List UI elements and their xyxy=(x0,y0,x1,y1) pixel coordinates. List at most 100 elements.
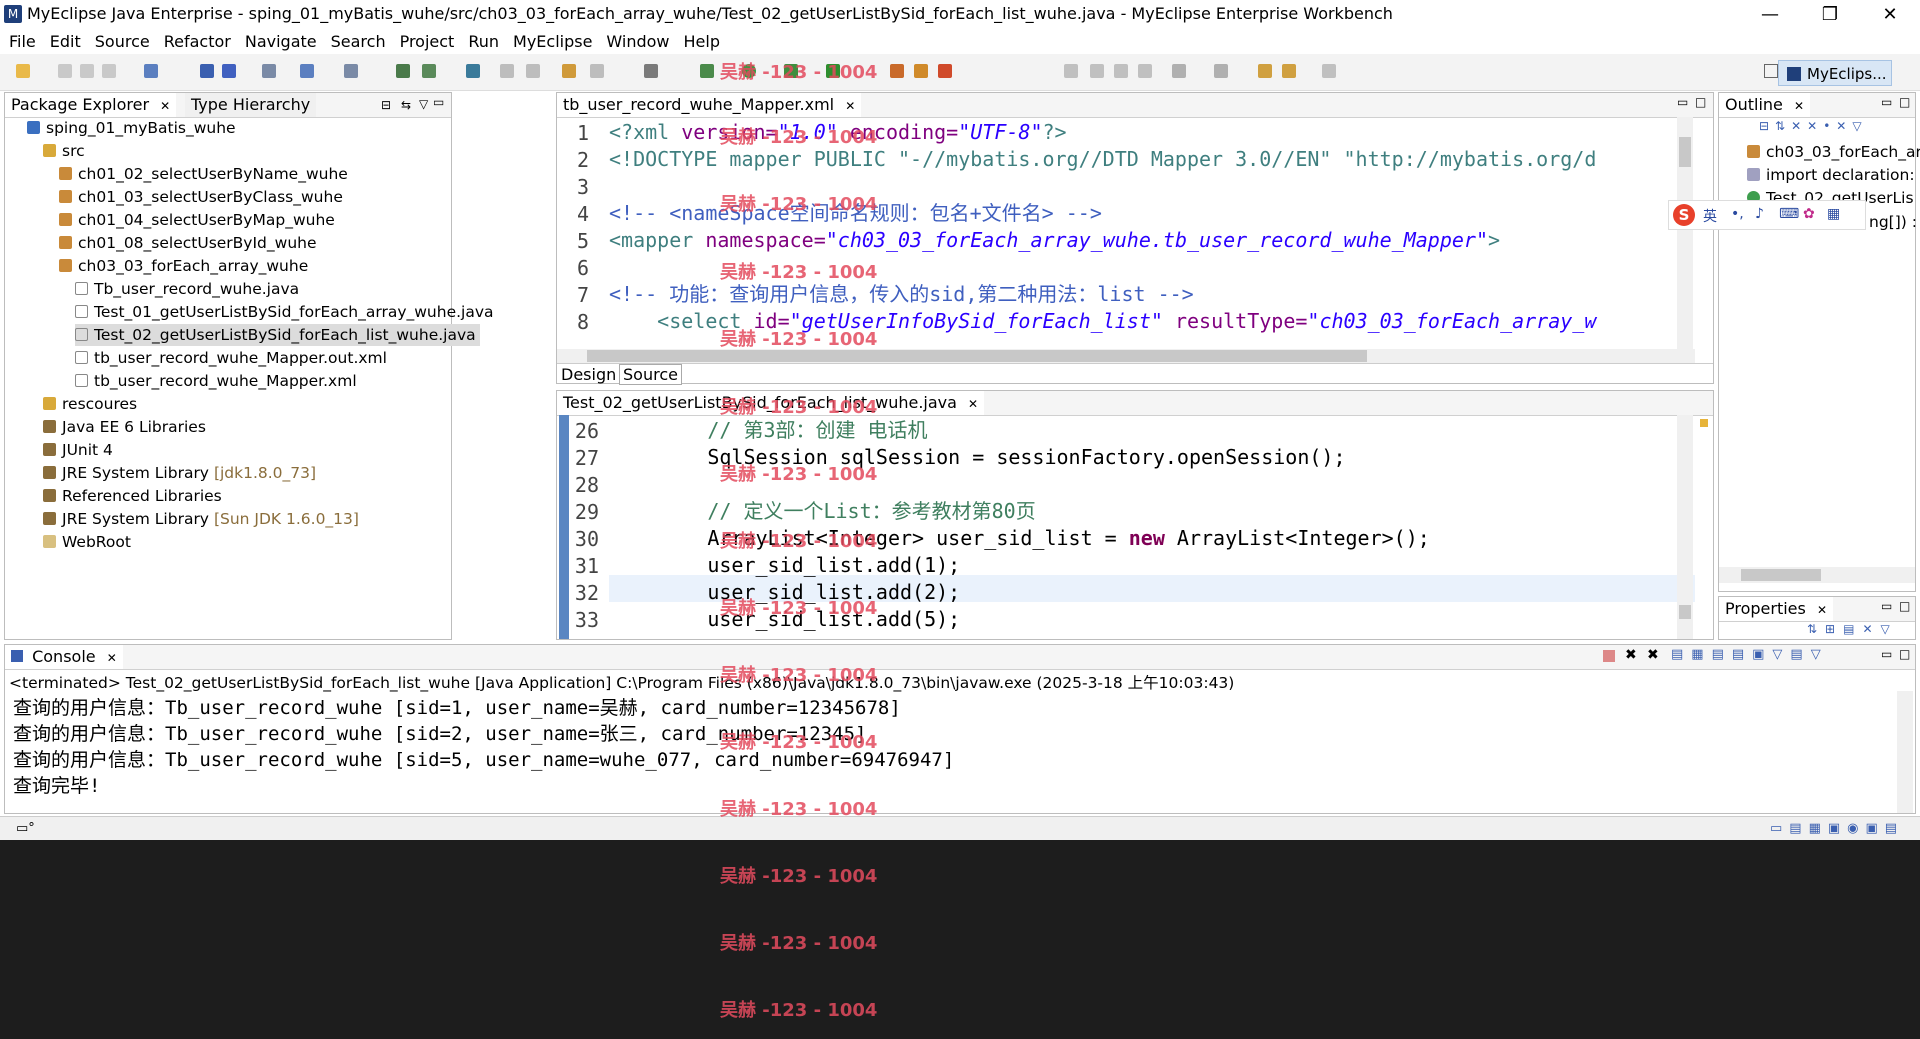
tab-design[interactable]: Design xyxy=(561,365,616,384)
tab-xml-mapper[interactable]: tb_user_record_wuhe_Mapper.xml ✕ xyxy=(557,93,862,117)
restore-button[interactable]: ❐ xyxy=(1800,0,1860,30)
open-perspective-icon[interactable] xyxy=(1764,64,1778,78)
menu-search[interactable]: Search xyxy=(324,30,393,54)
previous-annotation-icon[interactable] xyxy=(1214,64,1228,78)
tree-folder[interactable]: rescoures xyxy=(43,393,137,415)
menu-myeclipse[interactable]: MyEclipse xyxy=(506,30,599,54)
open-type-icon[interactable] xyxy=(200,64,214,78)
server-icon[interactable] xyxy=(262,64,276,78)
keyboard-icon[interactable]: ⌨ xyxy=(1779,206,1799,222)
back-icon[interactable] xyxy=(1282,64,1296,78)
menu-project[interactable]: Project xyxy=(393,30,462,54)
maximize-view-icon[interactable]: □ xyxy=(1899,95,1910,109)
menu-window[interactable]: Window xyxy=(599,30,676,54)
outline-horizontal-scrollbar[interactable] xyxy=(1719,567,1915,583)
tab-package-explorer[interactable]: Package Explorer ✕ xyxy=(5,93,177,117)
tree-library[interactable]: JRE System Library [Sun JDK 1.6.0_13] xyxy=(43,508,359,530)
tree-library[interactable]: Java EE 6 Libraries xyxy=(43,416,206,438)
outline-item[interactable]: import declaration: xyxy=(1747,164,1915,186)
close-button[interactable]: ✕ xyxy=(1860,0,1920,30)
new-icon[interactable] xyxy=(16,64,30,78)
close-icon[interactable]: ✕ xyxy=(845,99,855,113)
console-vertical-scrollbar[interactable] xyxy=(1897,691,1913,813)
tree-package[interactable]: ch03_03_forEach_array_wuhe xyxy=(59,255,308,277)
tab-source[interactable]: Source xyxy=(619,364,682,385)
tab-outline[interactable]: Outline ✕ xyxy=(1719,93,1811,117)
terminate-icon[interactable] xyxy=(1603,650,1615,662)
overview-marker-icon[interactable] xyxy=(1700,419,1708,427)
remove-all-icon[interactable]: ✖ xyxy=(1647,647,1659,663)
copy-icon[interactable] xyxy=(526,64,540,78)
link-with-editor-icon[interactable]: ⇆ xyxy=(401,98,411,112)
save-all-icon[interactable] xyxy=(80,64,94,78)
close-icon[interactable]: ✕ xyxy=(160,99,170,113)
tree-library[interactable]: Referenced Libraries xyxy=(43,485,222,507)
terminal-icon[interactable] xyxy=(644,64,658,78)
new-interface-icon[interactable] xyxy=(938,64,952,78)
toggle-mark-icon[interactable] xyxy=(1114,64,1128,78)
java-vertical-scrollbar[interactable] xyxy=(1677,415,1693,639)
minimize-view-icon[interactable]: ▭ xyxy=(1881,599,1892,613)
web-icon[interactable] xyxy=(344,64,358,78)
toolbox-icon[interactable]: ▦ xyxy=(1827,206,1840,222)
maximize-view-icon[interactable]: □ xyxy=(1695,95,1706,109)
globe-icon[interactable] xyxy=(466,64,480,78)
xml-vertical-scrollbar[interactable] xyxy=(1677,117,1693,349)
menu-edit[interactable]: Edit xyxy=(43,30,88,54)
minimize-view-icon[interactable]: ▭ xyxy=(1677,95,1688,109)
tree-package[interactable]: ch01_04_selectUserByMap_wuhe xyxy=(59,209,335,231)
pen-icon[interactable] xyxy=(1090,64,1104,78)
tree-package[interactable]: ch01_02_selectUserByName_wuhe xyxy=(59,163,348,185)
tab-type-hierarchy[interactable]: Type Hierarchy xyxy=(185,93,317,117)
tree-file[interactable]: Tb_user_record_wuhe.java xyxy=(75,278,299,300)
microphone-icon[interactable]: ♪ xyxy=(1755,206,1764,222)
tree-file[interactable]: tb_user_record_wuhe_Mapper.out.xml xyxy=(75,347,387,369)
collapse-all-icon[interactable]: ⊟ xyxy=(381,98,391,112)
fast-view-icon[interactable]: ▭° xyxy=(16,821,35,836)
next-annotation-icon[interactable] xyxy=(1172,64,1186,78)
tab-console[interactable]: Console ✕ xyxy=(5,645,123,669)
skin-icon[interactable]: ✿ xyxy=(1803,206,1815,222)
minimize-view-icon[interactable]: ▭ xyxy=(1881,647,1892,661)
deploy-icon[interactable] xyxy=(300,64,314,78)
open-resource-icon[interactable] xyxy=(222,64,236,78)
minimize-view-icon[interactable]: ▭ xyxy=(433,95,444,109)
last-edit-icon[interactable] xyxy=(1258,64,1272,78)
cut-icon[interactable] xyxy=(500,64,514,78)
tree-src[interactable]: src xyxy=(43,140,85,162)
task-icon[interactable] xyxy=(562,64,576,78)
tree-folder[interactable]: WebRoot xyxy=(43,531,131,553)
print-icon[interactable] xyxy=(102,64,116,78)
tree-file[interactable]: tb_user_record_wuhe_Mapper.xml xyxy=(75,370,357,392)
properties-toolbar[interactable]: ⇅⊞▤✕▽ xyxy=(1807,622,1911,638)
debug-icon[interactable] xyxy=(700,64,714,78)
save-icon[interactable] xyxy=(58,64,72,78)
tree-library[interactable]: JUnit 4 xyxy=(43,439,113,461)
maximize-view-icon[interactable]: □ xyxy=(1899,599,1910,613)
tree-project[interactable]: sping_01_myBatis_wuhe xyxy=(27,117,236,139)
build-icon[interactable] xyxy=(396,64,410,78)
status-trim-icons[interactable]: ▭▤▦▣◉▣▤ xyxy=(1770,821,1904,836)
outline-item[interactable]: ng[]) : xyxy=(1869,211,1917,233)
ime-toolbar[interactable]: S 英 •, ♪ ⌨ ✿ ▦ xyxy=(1668,200,1866,230)
outline-toolbar[interactable]: ⊟⇅✕✕•✕▽ xyxy=(1759,119,1909,137)
menu-refactor[interactable]: Refactor xyxy=(157,30,238,54)
menu-run[interactable]: Run xyxy=(461,30,506,54)
tree-file[interactable]: Test_01_getUserListBySid_forEach_array_w… xyxy=(75,301,494,323)
tree-package[interactable]: ch01_03_selectUserByClass_wuhe xyxy=(59,186,343,208)
link-icon[interactable] xyxy=(590,64,604,78)
close-icon[interactable]: ✕ xyxy=(1794,99,1804,113)
tab-properties[interactable]: Properties ✕ xyxy=(1719,597,1834,621)
close-icon[interactable]: ✕ xyxy=(968,397,978,411)
deploy-run-icon[interactable] xyxy=(422,64,436,78)
menu-source[interactable]: Source xyxy=(88,30,157,54)
tree-package[interactable]: ch01_08_selectUserById_wuhe xyxy=(59,232,317,254)
punctuation-icon[interactable]: •, xyxy=(1731,206,1744,222)
new-package-icon[interactable] xyxy=(914,64,928,78)
menu-help[interactable]: Help xyxy=(677,30,727,54)
new-project-icon[interactable] xyxy=(144,64,158,78)
view-menu-icon[interactable]: ▽ xyxy=(419,97,428,111)
minimize-button[interactable]: — xyxy=(1740,0,1800,30)
maximize-view-icon[interactable]: □ xyxy=(1899,647,1910,661)
console-toolbar-icons[interactable]: ▤▦▤▤▣▽▤▽ xyxy=(1671,647,1829,662)
